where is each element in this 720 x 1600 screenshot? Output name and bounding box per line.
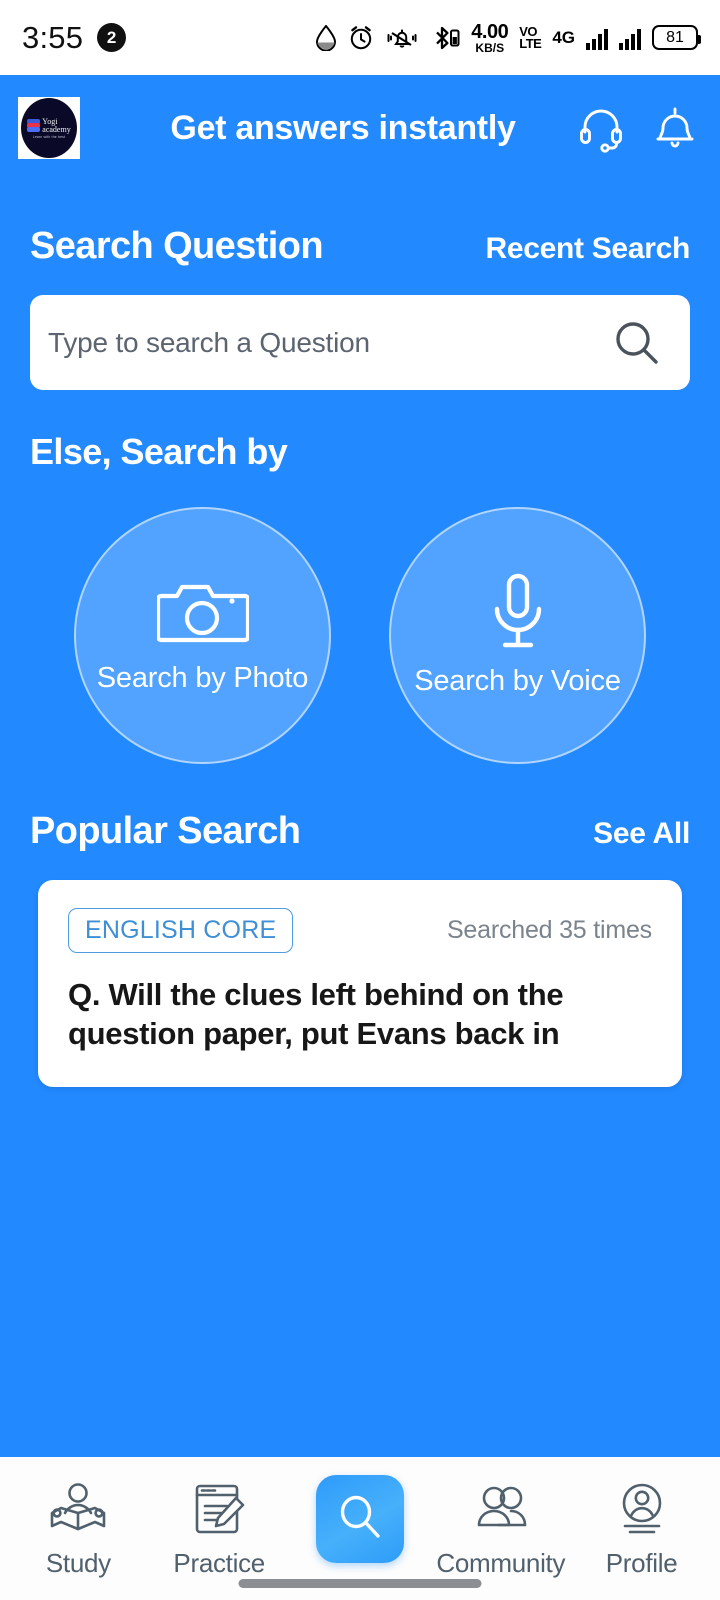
nav-item-community[interactable]: Community	[436, 1479, 566, 1579]
popular-search-card[interactable]: ENGLISH CORE Searched 35 times Q. Will t…	[38, 880, 682, 1088]
volte-icon: VO LTE	[519, 25, 542, 51]
alarm-clock-icon	[348, 25, 374, 51]
search-icon[interactable]	[610, 316, 664, 370]
search-by-voice-label: Search by Voice	[414, 665, 621, 697]
page-title: Search Question	[30, 225, 324, 267]
nav-item-study[interactable]: Study	[14, 1479, 142, 1579]
people-icon	[470, 1479, 532, 1541]
user-circle-icon	[616, 1479, 668, 1541]
logo-name2: academy	[42, 124, 71, 134]
data-rate-unit: KB/S	[475, 40, 505, 55]
status-time: 3:55	[22, 19, 84, 55]
data-rate-icon: 4.00 KB/S	[471, 22, 508, 54]
search-by-photo-label: Search by Photo	[96, 662, 309, 694]
app-screen: 3:55 2 4.00 KB/S VO LTE 4G 81 Yogi acade…	[0, 0, 720, 1600]
water-drop-icon	[315, 24, 337, 51]
signal-bars-icon	[619, 26, 641, 50]
nav-item-practice[interactable]: Practice	[155, 1479, 283, 1579]
popular-search-header: Popular Search See All	[0, 810, 720, 853]
status-bar-right: 4.00 KB/S VO LTE 4G 81	[315, 22, 701, 54]
alt-search-options: Search by Photo Search by Voice	[0, 507, 720, 764]
subject-badge: ENGLISH CORE	[68, 908, 294, 953]
search-by-voice-button[interactable]: Search by Voice	[389, 507, 646, 764]
logo-mark-icon	[27, 119, 41, 132]
nav-label-community: Community	[436, 1548, 566, 1578]
data-rate-value: 4.00	[471, 20, 509, 43]
gesture-bar[interactable]	[238, 1579, 482, 1588]
notepad-pencil-icon	[192, 1479, 246, 1541]
search-count-label: Searched 35 times	[446, 916, 652, 944]
search-fab-button[interactable]	[315, 1475, 404, 1563]
volte-line2: LTE	[519, 35, 542, 51]
bluetooth-icon	[430, 24, 460, 52]
app-logo[interactable]: Yogi academy Learn with the best	[18, 97, 80, 159]
logo-tagline: Learn with the best	[32, 134, 66, 139]
popular-search-title: Popular Search	[30, 810, 301, 852]
battery-icon: 81	[652, 25, 701, 50]
status-bar: 3:55 2 4.00 KB/S VO LTE 4G 81	[0, 0, 720, 75]
see-all-link[interactable]: See All	[593, 817, 690, 851]
recent-search-link[interactable]: Recent Search	[485, 232, 690, 266]
search-by-photo-button[interactable]: Search by Photo	[74, 507, 331, 764]
bottom-navigation: Study Practice Community Profile	[0, 1457, 720, 1600]
status-bar-left: 3:55 2	[22, 19, 127, 56]
headset-icon[interactable]	[576, 103, 626, 153]
question-text: Q. Will the clues left behind on the que…	[68, 977, 564, 1052]
header-title: Get answers instantly	[170, 108, 516, 147]
app-header: Yogi academy Learn with the best Get ans…	[0, 75, 720, 181]
else-search-title: Else, Search by	[30, 431, 288, 472]
mute-bell-icon	[385, 25, 419, 51]
signal-bars-icon	[586, 26, 608, 50]
nav-item-search[interactable]	[296, 1475, 424, 1570]
nav-label-study: Study	[45, 1548, 111, 1578]
header-actions	[576, 103, 698, 153]
nav-label-profile: Profile	[605, 1548, 678, 1578]
search-input-placeholder: Type to search a Question	[48, 326, 370, 358]
camera-icon	[156, 576, 249, 648]
else-search-header: Else, Search by	[0, 431, 720, 473]
search-question-header: Search Question Recent Search	[0, 225, 720, 268]
microphone-icon	[487, 573, 549, 651]
search-input[interactable]: Type to search a Question	[30, 295, 690, 390]
card-header: ENGLISH CORE Searched 35 times	[68, 908, 652, 953]
reading-person-icon	[48, 1479, 108, 1541]
search-icon	[335, 1492, 385, 1547]
logo-wordmark: Yogi academy	[42, 117, 71, 134]
nav-item-profile[interactable]: Profile	[578, 1479, 706, 1579]
notification-count-badge: 2	[97, 23, 127, 52]
bell-icon[interactable]	[652, 103, 698, 153]
logo-row: Yogi academy	[27, 117, 71, 134]
logo-oval: Yogi academy Learn with the best	[21, 98, 77, 158]
main-content: Search Question Recent Search Type to se…	[0, 181, 720, 1457]
battery-level: 81	[666, 28, 684, 46]
network-type-label: 4G	[552, 28, 575, 47]
nav-label-practice: Practice	[173, 1548, 265, 1578]
